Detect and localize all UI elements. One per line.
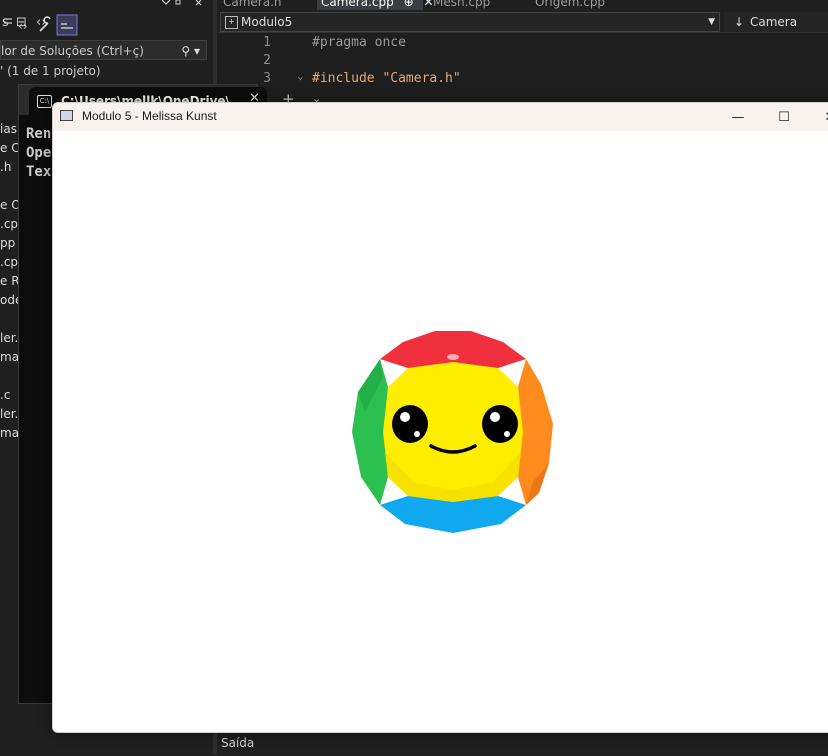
console-line: Ope: [26, 145, 52, 161]
project-icon: +: [225, 16, 238, 29]
document-tabs: Camera.h Camera.cpp ⊕ ✕ Mesh.cpp Origem.…: [217, 0, 828, 10]
tab-camera-h[interactable]: Camera.h: [219, 0, 286, 10]
window-titlebar[interactable]: Modulo 5 - Melissa Kunst — ☐ ✕: [53, 103, 828, 131]
collapse-all-icon: [4, 18, 12, 24]
smiley-ball: [352, 331, 553, 533]
fold-chevron-icon[interactable]: ⌄: [297, 69, 304, 82]
tab-mesh-cpp[interactable]: Mesh.cpp: [429, 0, 494, 10]
window-title: Modulo 5 - Melissa Kunst: [82, 109, 217, 123]
close-panel-icon: [195, 0, 202, 6]
preview-selected-icon: [56, 14, 78, 36]
dropdown-caret-icon: [161, 0, 171, 5]
code-line: #include "Camera.h": [312, 71, 461, 86]
member-label: Camera: [750, 15, 798, 29]
tree-item[interactable]: ma: [0, 426, 19, 440]
pin-icon: [175, 0, 181, 5]
app-window-icon: [60, 110, 73, 121]
solution-explorer-toolbar-icons: ‹›: [4, 0, 202, 36]
member-arrow-icon: ↓: [734, 15, 745, 29]
tab-origem-cpp[interactable]: Origem.cpp: [531, 0, 609, 10]
console-output: Ren Ope Tex: [26, 125, 51, 182]
close-button[interactable]: ✕: [807, 105, 828, 131]
maximize-button[interactable]: ☐: [761, 105, 807, 131]
line-number: 2: [263, 53, 271, 68]
tree-item[interactable]: pp: [0, 236, 15, 250]
output-label[interactable]: Saída: [221, 736, 254, 750]
chevron-down-icon: ▼: [708, 17, 715, 27]
render-canvas[interactable]: [53, 131, 828, 732]
tab-label: Camera.cpp: [321, 0, 394, 9]
member-dropdown[interactable]: ↓ Camera: [724, 12, 828, 32]
line-number: 1: [263, 35, 271, 50]
right-eye: [482, 405, 518, 443]
output-panel-header: Saída: [217, 732, 828, 756]
code-editor[interactable]: 1 #pragma once 2 3 ⌄ #include "Camera.h": [217, 33, 828, 93]
tree-item[interactable]: ias: [0, 122, 17, 136]
code-view-icon: ‹›: [18, 19, 28, 33]
tree-item[interactable]: ma: [0, 350, 19, 364]
search-icon[interactable]: ⚲ ▾: [181, 41, 200, 61]
pin-tab-icon[interactable]: ⊕: [404, 0, 414, 9]
console-line: Ren: [26, 126, 52, 142]
left-eye: [392, 405, 428, 443]
wrench-icon: [39, 16, 51, 32]
solution-project-line: ' (1 de 1 projeto): [0, 64, 101, 78]
navigation-bar: + Modulo5 ▼ ↓ Camera: [217, 12, 828, 33]
terminal-icon: C:\: [37, 95, 52, 108]
console-line: Tex: [26, 164, 52, 180]
search-placeholder: lor de Soluções (Ctrl+ç): [1, 44, 144, 58]
smiley-ball-render: [352, 331, 553, 533]
tree-item[interactable]: .c: [0, 388, 10, 402]
opengl-window: Modulo 5 - Melissa Kunst — ☐ ✕: [52, 102, 828, 733]
code-line: #pragma once: [312, 35, 406, 50]
scope-label: Modulo5: [241, 15, 293, 29]
tree-item[interactable]: .h: [0, 160, 11, 174]
minimize-button[interactable]: —: [715, 105, 761, 131]
scope-dropdown[interactable]: + Modulo5 ▼: [220, 12, 720, 32]
highlight-spot: [447, 354, 459, 360]
tab-camera-cpp[interactable]: Camera.cpp ⊕ ✕: [317, 0, 434, 10]
solution-explorer-search-input[interactable]: lor de Soluções (Ctrl+ç) ⚲ ▾: [0, 40, 207, 60]
